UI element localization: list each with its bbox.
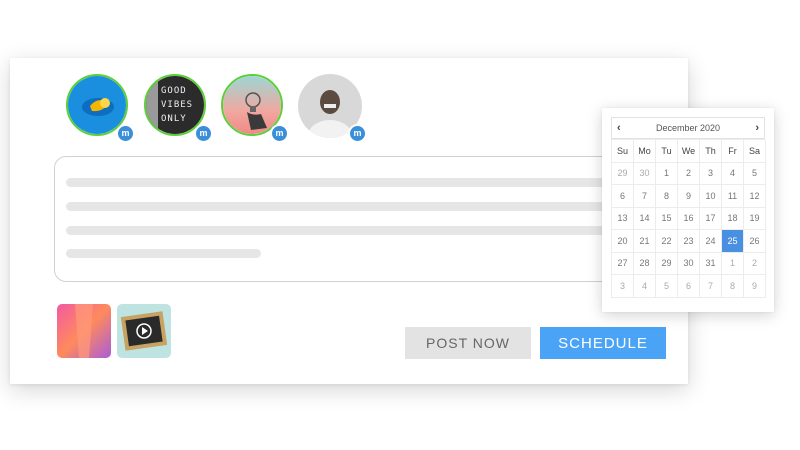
calendar-day[interactable]: 30 <box>678 252 700 275</box>
calendar-header: ‹ December 2020 › <box>611 117 765 139</box>
chevron-left-icon[interactable]: ‹ <box>617 122 621 134</box>
calendar-day[interactable]: 19 <box>744 207 766 230</box>
weekday-header: Sa <box>744 140 766 163</box>
calendar-day[interactable]: 4 <box>722 162 744 185</box>
weekday-header: We <box>678 140 700 163</box>
weekday-header: Mo <box>634 140 656 163</box>
calendar-day[interactable]: 11 <box>722 185 744 208</box>
calendar-day[interactable]: 9 <box>744 275 766 298</box>
calendar-day[interactable]: 1 <box>722 252 744 275</box>
calendar-day[interactable]: 31 <box>700 252 722 275</box>
calendar-day[interactable]: 2 <box>744 252 766 275</box>
weekday-header: Th <box>700 140 722 163</box>
calendar-day[interactable]: 28 <box>634 252 656 275</box>
calendar-day[interactable]: 24 <box>700 230 722 253</box>
calendar-day[interactable]: 12 <box>744 185 766 208</box>
text-placeholder-line <box>66 202 611 211</box>
calendar-day[interactable]: 6 <box>678 275 700 298</box>
calendar-day[interactable]: 1 <box>656 162 678 185</box>
mastodon-icon: m <box>194 124 213 143</box>
calendar-day[interactable]: 7 <box>634 185 656 208</box>
text-placeholder-line <box>66 249 261 258</box>
weekday-header: Fr <box>722 140 744 163</box>
calendar-day[interactable]: 29 <box>612 162 634 185</box>
calendar-day[interactable]: 4 <box>634 275 656 298</box>
calendar-day[interactable]: 6 <box>612 185 634 208</box>
calendar-day[interactable]: 3 <box>612 275 634 298</box>
calendar-day-selected[interactable]: 25 <box>722 230 744 253</box>
calendar-day[interactable]: 3 <box>700 162 722 185</box>
calendar-day[interactable]: 9 <box>678 185 700 208</box>
mastodon-icon: m <box>348 124 367 143</box>
calendar-day[interactable]: 21 <box>634 230 656 253</box>
sign-line-1: GOOD <box>161 86 187 96</box>
calendar-day[interactable]: 26 <box>744 230 766 253</box>
lightbulb-image <box>223 76 281 134</box>
mastodon-icon: m <box>116 124 135 143</box>
calendar-day[interactable]: 8 <box>656 185 678 208</box>
calendar-day[interactable]: 14 <box>634 207 656 230</box>
chevron-right-icon[interactable]: › <box>755 122 759 134</box>
calendar-day[interactable]: 22 <box>656 230 678 253</box>
calendar-day[interactable]: 16 <box>678 207 700 230</box>
calendar-day[interactable]: 5 <box>656 275 678 298</box>
calendar-day[interactable]: 15 <box>656 207 678 230</box>
post-text-area[interactable] <box>54 156 614 282</box>
text-placeholder-line <box>66 226 611 235</box>
sign-line-3: ONLY <box>161 114 187 124</box>
calendar-day[interactable]: 29 <box>656 252 678 275</box>
calendar-grid: Su Mo Tu We Th Fr Sa 29 30 1 2 3 4 5 6 7 8 9 10 11 12 13 14 15 1… <box>611 139 766 298</box>
calendar-day[interactable]: 23 <box>678 230 700 253</box>
media-thumbnail-video[interactable] <box>117 304 171 358</box>
calendar-day[interactable]: 13 <box>612 207 634 230</box>
weekday-header: Tu <box>656 140 678 163</box>
text-placeholder-line <box>66 178 611 187</box>
schedule-button[interactable]: SCHEDULE <box>540 327 666 359</box>
calendar-day[interactable]: 20 <box>612 230 634 253</box>
calendar-month-label: December 2020 <box>655 123 721 133</box>
mastodon-icon: m <box>270 124 289 143</box>
calendar-day[interactable]: 7 <box>700 275 722 298</box>
calendar-day[interactable]: 18 <box>722 207 744 230</box>
calendar-day[interactable]: 2 <box>678 162 700 185</box>
calendar-day[interactable]: 30 <box>634 162 656 185</box>
calendar-day[interactable]: 27 <box>612 252 634 275</box>
date-picker: ‹ December 2020 › Su Mo Tu We Th Fr Sa 29 30 1 2 3 4… <box>602 108 774 312</box>
calendar-day[interactable]: 17 <box>700 207 722 230</box>
sign-line-2: VIBES <box>161 100 194 110</box>
weekday-header: Su <box>612 140 634 163</box>
calendar-day[interactable]: 5 <box>744 162 766 185</box>
calendar-day[interactable]: 10 <box>700 185 722 208</box>
blue-shapes-image <box>68 76 126 134</box>
media-thumbnail-gradient[interactable] <box>57 304 111 358</box>
calendar-day[interactable]: 8 <box>722 275 744 298</box>
post-now-button[interactable]: POST NOW <box>405 327 531 359</box>
